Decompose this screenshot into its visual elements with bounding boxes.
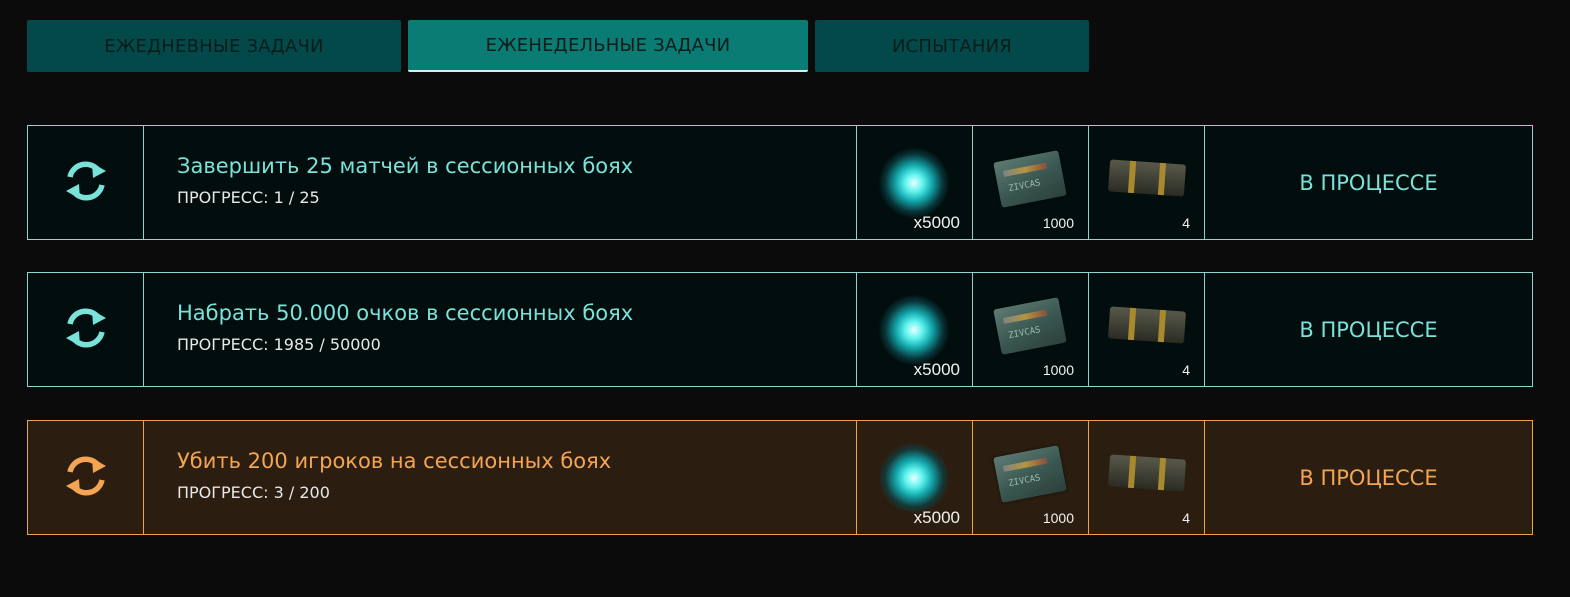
reward-quantity: 1000: [1042, 510, 1074, 526]
reward-slot-crate[interactable]: 4: [1089, 126, 1205, 239]
task-row: Убить 200 игроков на сессионных боях ПРО…: [27, 420, 1533, 535]
reward-slot-crate[interactable]: 4: [1089, 421, 1205, 534]
reward-slot-ticket[interactable]: ZIVCAS 1000: [973, 421, 1089, 534]
refresh-icon: [62, 304, 110, 356]
reward-slot-ticket[interactable]: ZIVCAS 1000: [973, 273, 1089, 386]
task-icon-cell: [28, 421, 144, 534]
reward-slot-energy[interactable]: x5000: [857, 421, 973, 534]
energy-orb-icon: [879, 148, 949, 218]
crate-icon: [1107, 306, 1187, 344]
reward-slot-crate[interactable]: 4: [1089, 273, 1205, 386]
task-row: Набрать 50.000 очков в сессионных боях П…: [27, 272, 1533, 387]
reward-quantity: 1000: [1042, 362, 1074, 378]
reward-quantity: x5000: [913, 213, 960, 232]
task-title: Завершить 25 матчей в сессионных боях: [177, 154, 634, 178]
task-progress: ПРОГРЕСС: 3 / 200: [177, 483, 330, 502]
ticket-icon: ZIVCAS: [993, 297, 1067, 355]
energy-orb-icon: [879, 443, 949, 513]
task-status: В ПРОЦЕССЕ: [1299, 317, 1438, 342]
crate-icon: [1107, 159, 1187, 197]
task-title: Набрать 50.000 очков в сессионных боях: [177, 301, 634, 325]
task-icon-cell: [28, 273, 144, 386]
energy-orb-icon: [879, 295, 949, 365]
task-status-cell: В ПРОЦЕССЕ: [1205, 273, 1532, 386]
task-status-cell: В ПРОЦЕССЕ: [1205, 421, 1532, 534]
reward-quantity: 4: [1182, 510, 1190, 526]
task-title: Убить 200 игроков на сессионных боях: [177, 449, 612, 473]
task-info: Завершить 25 матчей в сессионных боях ПР…: [144, 126, 857, 239]
task-progress: ПРОГРЕСС: 1985 / 50000: [177, 335, 381, 354]
task-row: Завершить 25 матчей в сессионных боях ПР…: [27, 125, 1533, 240]
task-progress: ПРОГРЕСС: 1 / 25: [177, 188, 320, 207]
reward-quantity: 1000: [1042, 215, 1074, 231]
reward-quantity: 4: [1182, 215, 1190, 231]
reward-slot-energy[interactable]: x5000: [857, 126, 973, 239]
tab-daily-tasks[interactable]: ЕЖЕДНЕВНЫЕ ЗАДАЧИ: [27, 20, 401, 72]
task-info: Убить 200 игроков на сессионных боях ПРО…: [144, 421, 857, 534]
reward-quantity: x5000: [913, 360, 960, 379]
refresh-icon: [62, 452, 110, 504]
tab-challenges[interactable]: ИСПЫТАНИЯ: [815, 20, 1089, 72]
reward-quantity: x5000: [913, 508, 960, 527]
task-status-cell: В ПРОЦЕССЕ: [1205, 126, 1532, 239]
ticket-icon: ZIVCAS: [993, 150, 1067, 208]
task-status: В ПРОЦЕССЕ: [1299, 170, 1438, 195]
reward-slot-energy[interactable]: x5000: [857, 273, 973, 386]
reward-slot-ticket[interactable]: ZIVCAS 1000: [973, 126, 1089, 239]
crate-icon: [1107, 454, 1187, 492]
ticket-icon: ZIVCAS: [993, 445, 1067, 503]
tab-weekly-tasks[interactable]: ЕЖЕНЕДЕЛЬНЫЕ ЗАДАЧИ: [408, 20, 808, 72]
reward-quantity: 4: [1182, 362, 1190, 378]
task-info: Набрать 50.000 очков в сессионных боях П…: [144, 273, 857, 386]
task-status: В ПРОЦЕССЕ: [1299, 465, 1438, 490]
task-icon-cell: [28, 126, 144, 239]
refresh-icon: [62, 157, 110, 209]
